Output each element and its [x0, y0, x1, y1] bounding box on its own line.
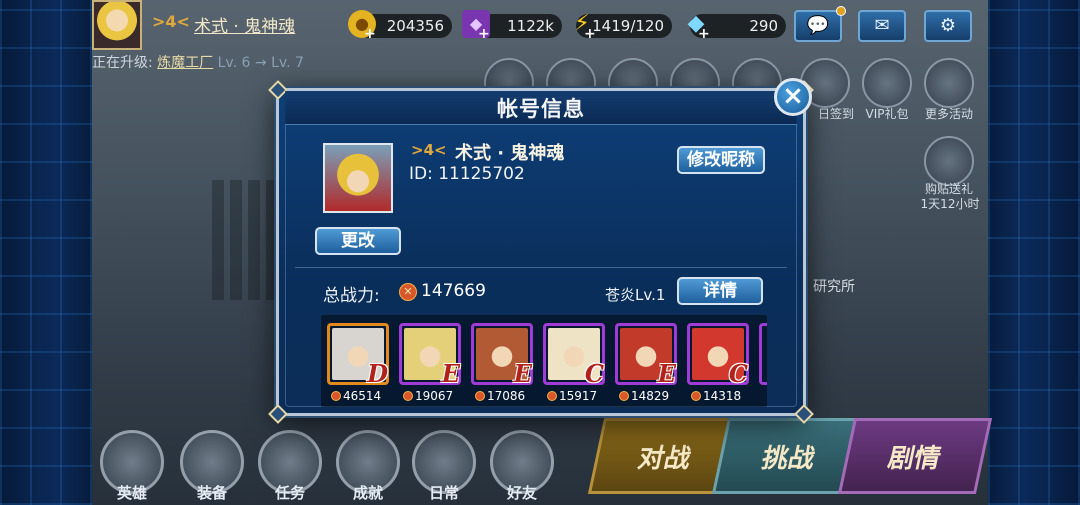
equipment-nav-label[interactable]: 装备	[180, 482, 244, 503]
envelope-icon: ✉	[874, 15, 890, 36]
gem-counter[interactable]: ◆ + 290	[688, 11, 786, 42]
chat-button[interactable]: 💬	[794, 6, 846, 42]
settings-button[interactable]: ⚙	[924, 10, 972, 42]
hero-power: 19067	[403, 389, 473, 403]
add-gold-icon[interactable]: +	[364, 22, 376, 46]
institute-label[interactable]: 研究所	[804, 276, 864, 296]
player-avatar[interactable]	[92, 0, 142, 50]
hero-power-value: 14829	[631, 389, 670, 403]
account-info-dialog: 帐号信息 >4< 术式 · 鬼神魂 ID: 11125702 修改昵称 更改 总…	[268, 80, 814, 424]
gold-value: 204356	[386, 17, 444, 35]
hero-card[interactable]: D	[327, 323, 389, 388]
hero-lineup: D 46514 E 19067 E 17086 C 15917 E 14829 C 14318	[321, 315, 767, 407]
rank-badge-icon: >4<	[411, 141, 447, 159]
more-events-label: 更多活动	[924, 107, 973, 121]
account-name: 术式 · 鬼神魂	[455, 143, 565, 164]
heroes-nav-label[interactable]: 英雄	[100, 482, 164, 503]
player-name[interactable]: 术式 · 鬼神魂	[194, 12, 295, 37]
hero-card-partial[interactable]	[759, 323, 767, 385]
gold-counter[interactable]: ● + 204356	[348, 10, 452, 42]
hero-power: 15917	[547, 389, 617, 403]
right-deco-panel	[988, 0, 1080, 505]
power-icon	[475, 391, 485, 401]
hero-power-value: 19067	[415, 389, 454, 403]
total-power-label: 总战力:	[323, 286, 380, 306]
vip-gift-label: VIP礼包	[865, 107, 909, 121]
hero-power: 46514	[331, 389, 401, 403]
stamina-value: 1419/120	[592, 17, 664, 35]
left-deco-panel	[0, 0, 92, 505]
share-gift-timer: 1天12小时	[920, 197, 980, 211]
power-icon	[547, 391, 557, 401]
team-name: 苍炎Lv.1	[605, 286, 666, 304]
hero-power-value: 14318	[703, 389, 742, 403]
hero-grade: C	[584, 359, 604, 388]
details-button[interactable]: 详情	[677, 277, 763, 305]
hero-power: 14318	[691, 389, 761, 403]
hero-grade: E	[441, 359, 460, 388]
top-bar: >4< 术式 · 鬼神魂 ● + 204356 ◆ + 1122k ⚡ + 14…	[92, 0, 988, 50]
achievements-nav-label[interactable]: 成就	[336, 482, 400, 503]
dialog-title-bar: 帐号信息	[285, 91, 797, 125]
stamina-counter[interactable]: ⚡ + 1419/120	[574, 11, 672, 42]
upgrade-from-level: Lv. 6	[217, 55, 251, 71]
dialog-title: 帐号信息	[497, 97, 585, 121]
power-icon	[691, 391, 701, 401]
hero-card[interactable]: E	[471, 323, 533, 388]
tasks-nav-label[interactable]: 任务	[258, 482, 322, 503]
power-icon	[619, 391, 629, 401]
total-power-value: 147669	[421, 281, 486, 301]
more-events-icon[interactable]	[924, 58, 974, 108]
story-button[interactable]: 剧情	[837, 418, 993, 494]
rank-icon: >4<	[152, 12, 190, 31]
daily-nav-label[interactable]: 日常	[412, 482, 476, 503]
add-stamina-icon[interactable]: +	[584, 22, 596, 46]
mail-button[interactable]: ✉	[858, 10, 906, 42]
share-gift-icon[interactable]	[924, 136, 974, 186]
power-icon: ✕	[399, 283, 417, 301]
hero-card[interactable]: E	[615, 323, 677, 388]
rank-number: 4	[165, 12, 177, 31]
change-avatar-button[interactable]: 更改	[315, 227, 401, 255]
upgrade-prefix: 正在升级:	[92, 55, 153, 71]
hero-power-value: 46514	[343, 389, 382, 403]
add-gem-icon[interactable]: +	[698, 22, 710, 46]
hero-power-value: 15917	[559, 389, 598, 403]
upgrade-arrow: →	[254, 55, 267, 71]
hero-grade: E	[657, 359, 676, 388]
upgrade-status: 正在升级: 炼魔工厂 Lv. 6 → Lv. 7	[92, 52, 392, 88]
rename-button[interactable]: 修改昵称	[677, 146, 765, 174]
hero-power: 17086	[475, 389, 545, 403]
hero-card[interactable]: C	[543, 323, 605, 388]
upgrade-to-level: Lv. 7	[271, 55, 304, 71]
hero-grade: E	[513, 359, 532, 388]
vip-gift-icon[interactable]	[862, 58, 912, 108]
friends-nav-label[interactable]: 好友	[490, 482, 554, 503]
power-icon	[403, 391, 413, 401]
close-dialog-button[interactable]: ×	[774, 78, 812, 116]
account-id: ID: 11125702	[409, 164, 525, 184]
crystal-value: 1122k	[507, 17, 554, 35]
crystal-counter[interactable]: ◆ + 1122k	[462, 10, 562, 42]
hero-power: 14829	[619, 389, 689, 403]
rank-badge-number: 4	[423, 141, 435, 159]
hero-card[interactable]: C	[687, 323, 749, 388]
hero-grade: C	[728, 359, 748, 388]
hero-card[interactable]: E	[399, 323, 461, 388]
upgrade-building[interactable]: 炼魔工厂	[157, 55, 213, 71]
profile-avatar	[323, 143, 393, 213]
add-crystal-icon[interactable]: +	[478, 22, 490, 46]
notification-dot	[836, 6, 846, 16]
divider	[295, 267, 787, 268]
chat-bubble-icon: 💬	[806, 15, 830, 36]
gem-value: 290	[749, 17, 778, 35]
power-icon	[331, 391, 341, 401]
gear-icon: ⚙	[939, 15, 957, 36]
hero-power-value: 17086	[487, 389, 526, 403]
hero-grade: D	[367, 359, 388, 388]
